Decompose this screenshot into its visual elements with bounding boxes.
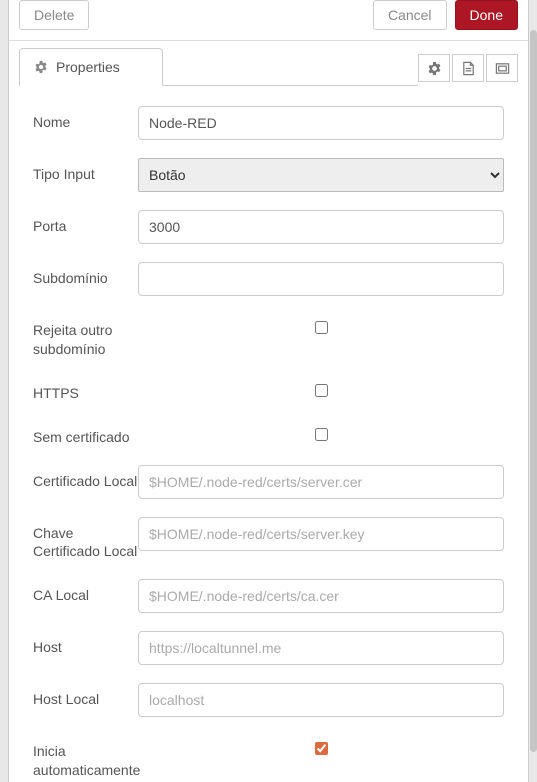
input-cert-local[interactable] xyxy=(138,465,504,499)
input-porta[interactable] xyxy=(138,210,504,244)
input-host-local[interactable] xyxy=(138,683,504,717)
label-sem-cert: Sem certificado xyxy=(33,421,138,447)
label-tipo-input: Tipo Input xyxy=(33,158,138,184)
dialog-header: Delete Cancel Done xyxy=(9,0,528,41)
gear-icon xyxy=(427,61,442,76)
label-porta: Porta xyxy=(33,210,138,236)
checkbox-sem-cert[interactable] xyxy=(315,428,328,441)
label-rejeita: Rejeita outro subdomínio xyxy=(33,314,138,359)
input-subdominio[interactable] xyxy=(138,262,504,296)
input-nome[interactable] xyxy=(138,106,504,140)
done-button[interactable]: Done xyxy=(455,0,518,30)
cancel-button[interactable]: Cancel xyxy=(373,0,447,30)
input-chave-cert[interactable] xyxy=(138,517,504,551)
label-subdominio: Subdomínio xyxy=(33,262,138,288)
label-https: HTTPS xyxy=(33,377,138,403)
checkbox-inicia-auto[interactable] xyxy=(315,742,328,755)
input-host[interactable] xyxy=(138,631,504,665)
label-host-local: Host Local xyxy=(33,683,138,709)
delete-button[interactable]: Delete xyxy=(19,0,89,30)
label-ca-local: CA Local xyxy=(33,579,138,605)
label-nome: Nome xyxy=(33,106,138,132)
tab-label: Properties xyxy=(56,59,120,75)
layout-icon xyxy=(495,61,510,76)
description-icon-button[interactable] xyxy=(452,54,484,82)
appearance-icon-button[interactable] xyxy=(486,54,518,82)
label-inicia-auto: Inicia automaticamente xyxy=(33,735,138,780)
checkbox-https[interactable] xyxy=(315,384,328,397)
tab-properties[interactable]: Properties xyxy=(19,48,163,86)
select-tipo-input[interactable]: Botão xyxy=(138,158,504,192)
document-icon xyxy=(461,61,476,76)
label-chave-cert: Chave Certificado Local xyxy=(33,517,138,562)
tabs-row: Properties xyxy=(9,40,528,86)
input-ca-local[interactable] xyxy=(138,579,504,613)
scrollbar[interactable] xyxy=(530,30,537,752)
label-cert-local: Certificado Local xyxy=(33,465,138,491)
label-host: Host xyxy=(33,631,138,657)
gear-icon xyxy=(34,60,48,74)
checkbox-rejeita[interactable] xyxy=(315,321,328,334)
form-container: Nome Tipo Input Botão Porta Subdomínio R… xyxy=(9,86,528,782)
properties-icon-button[interactable] xyxy=(418,54,450,82)
